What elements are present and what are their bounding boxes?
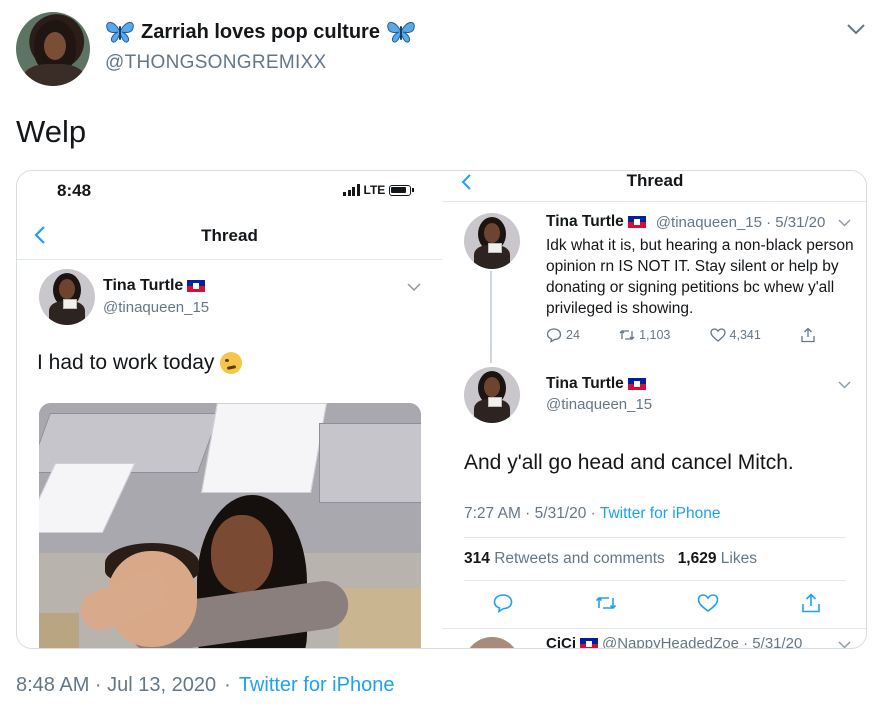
avatar [464,213,520,269]
avatar [39,269,95,325]
signal-icon [343,184,360,196]
haiti-flag-icon [627,378,646,390]
video-still [39,403,421,648]
divider [464,537,846,538]
haiti-flag-icon [627,216,646,228]
tweet-body: And y'all go head and cancel Mitch. [464,451,794,474]
share-icon [801,327,815,343]
author-handle[interactable]: @THONGSONGREMIXX [105,52,327,74]
chevron-down-icon [838,219,851,227]
tweet-footer: 8:48 AM · Jul 13, 2020 · Twitter for iPh… [16,674,394,697]
heart-icon [698,594,719,612]
tweet-body: Idk what it is, but hearing a non-black … [546,237,854,317]
tweet-author-name: Tina Turtle [546,375,646,393]
heart-icon [709,328,726,342]
retweet-action: 1,103 [619,327,670,343]
tweet-meta: @tinaqueen_15 · 5/31/20 [655,213,826,231]
haiti-flag-icon [580,637,598,648]
battery-icon [389,184,415,196]
reply-action: 24 [546,327,580,343]
tweet-author-row: Tina Turtle @tinaqueen_15 · 5/31/20 [546,213,826,231]
butterfly-emoji-icon [387,22,415,43]
tweet-media-image[interactable]: 8:48 LTE Thread Tina Turtle @tinaqueen_1… [16,170,867,649]
author-avatar[interactable] [16,12,90,86]
status-bar-indicators: LTE [343,183,415,197]
chevron-down-icon[interactable] [846,22,866,36]
reply-icon [493,594,513,614]
share-icon [802,593,820,613]
tweet-stats: 314 Retweets and comments 1,629 Likes [464,550,757,567]
carrier-label: LTE [363,183,386,197]
right-screenshot: Thread Tina Turtle @tinaqueen_15 · 5/31/… [442,171,866,649]
tweet-timestamp: 7:27 AM · 5/31/20 · Twitter for iPhone [464,505,721,522]
haiti-flag-icon [187,280,206,292]
woozy-face-emoji-icon [220,352,243,374]
divider [442,628,866,629]
thread-connector-line [490,271,492,363]
butterfly-emoji-icon [106,22,134,43]
tweet-actions [492,592,822,614]
retweet-icon [595,596,616,610]
tweet-author-handle: @tinaqueen_15 [546,396,653,413]
tweet-text: Welp [16,114,87,149]
status-bar-time: 8:48 [57,181,92,200]
like-action: 4,341 [709,327,761,343]
chevron-down-icon [838,641,851,648]
divider [464,580,846,581]
nav-title: Thread [626,171,684,190]
chevron-down-icon [407,283,421,292]
separator-dot: · [224,674,231,696]
divider [17,259,442,260]
share-action [800,327,816,343]
tweet-author-name: Tina Turtle [103,277,206,295]
tweet-actions: 24 1,103 4,341 [546,327,816,343]
left-screenshot: 8:48 LTE Thread Tina Turtle @tinaqueen_1… [17,171,442,648]
nav-title: Thread [201,226,258,245]
reply-icon [546,328,562,343]
tweet-author-handle: @tinaqueen_15 [103,299,210,316]
tweet-body: I had to work today [37,351,243,375]
avatar [464,367,520,423]
chevron-down-icon [838,381,851,389]
divider [442,201,866,202]
retweet-icon [619,330,635,340]
author-display-name-row[interactable]: Zarriah loves pop culture [105,20,416,44]
next-reply-header: CiCi @NappyHeadedZoe · 5/31/20 [546,635,803,649]
author-display-name: Zarriah loves pop culture [141,20,380,43]
avatar [464,637,520,648]
tweet-source-link[interactable]: Twitter for iPhone [239,674,395,697]
tweet-timestamp[interactable]: 8:48 AM · Jul 13, 2020 [16,674,216,697]
